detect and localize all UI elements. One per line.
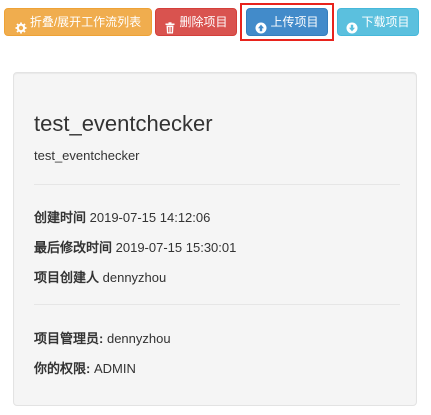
- upload-project-button[interactable]: 上传项目: [246, 8, 328, 36]
- project-info-panel: test_eventchecker test_eventchecker 创建时间…: [13, 72, 417, 406]
- project-description: test_eventchecker: [34, 148, 140, 163]
- created-time-row: 创建时间 2019-07-15 14:12:06: [34, 207, 210, 226]
- toggle-workflow-list-label: 折叠/展开工作流列表: [29, 15, 142, 29]
- project-title: test_eventchecker: [34, 111, 213, 136]
- permission-label: 你的权限:: [34, 361, 91, 376]
- download-circle-icon: [346, 16, 358, 34]
- gear-icon: [15, 16, 27, 34]
- divider: [34, 304, 400, 305]
- upload-circle-icon: [255, 16, 267, 34]
- modified-time-row: 最后修改时间 2019-07-15 15:30:01: [34, 237, 236, 256]
- permission-row: 你的权限: ADMIN: [34, 358, 136, 377]
- toggle-workflow-list-button[interactable]: 折叠/展开工作流列表: [4, 8, 152, 36]
- modified-time-label: 最后修改时间: [34, 240, 113, 255]
- creator-label: 项目创建人: [34, 270, 100, 285]
- upload-project-label: 上传项目: [270, 15, 319, 29]
- delete-project-label: 删除项目: [179, 15, 228, 29]
- admin-label: 项目管理员:: [34, 331, 104, 346]
- creator-value: dennyzhou: [102, 270, 167, 285]
- creator-row: 项目创建人 dennyzhou: [34, 267, 166, 286]
- modified-time-value: 2019-07-15 15:30:01: [115, 240, 237, 255]
- created-time-value: 2019-07-15 14:12:06: [89, 210, 211, 225]
- download-project-label: 下载项目: [361, 15, 410, 29]
- permission-value: ADMIN: [93, 361, 136, 376]
- delete-project-button[interactable]: 删除项目: [155, 8, 237, 36]
- toolbar: 折叠/展开工作流列表 删除项目 上传项目 下载项目: [0, 0, 431, 46]
- created-time-label: 创建时间: [34, 210, 87, 225]
- admin-row: 项目管理员: dennyzhou: [34, 328, 171, 347]
- download-project-button[interactable]: 下载项目: [337, 8, 419, 36]
- admin-value: dennyzhou: [106, 331, 171, 346]
- trash-icon: [164, 16, 176, 34]
- divider: [34, 184, 400, 185]
